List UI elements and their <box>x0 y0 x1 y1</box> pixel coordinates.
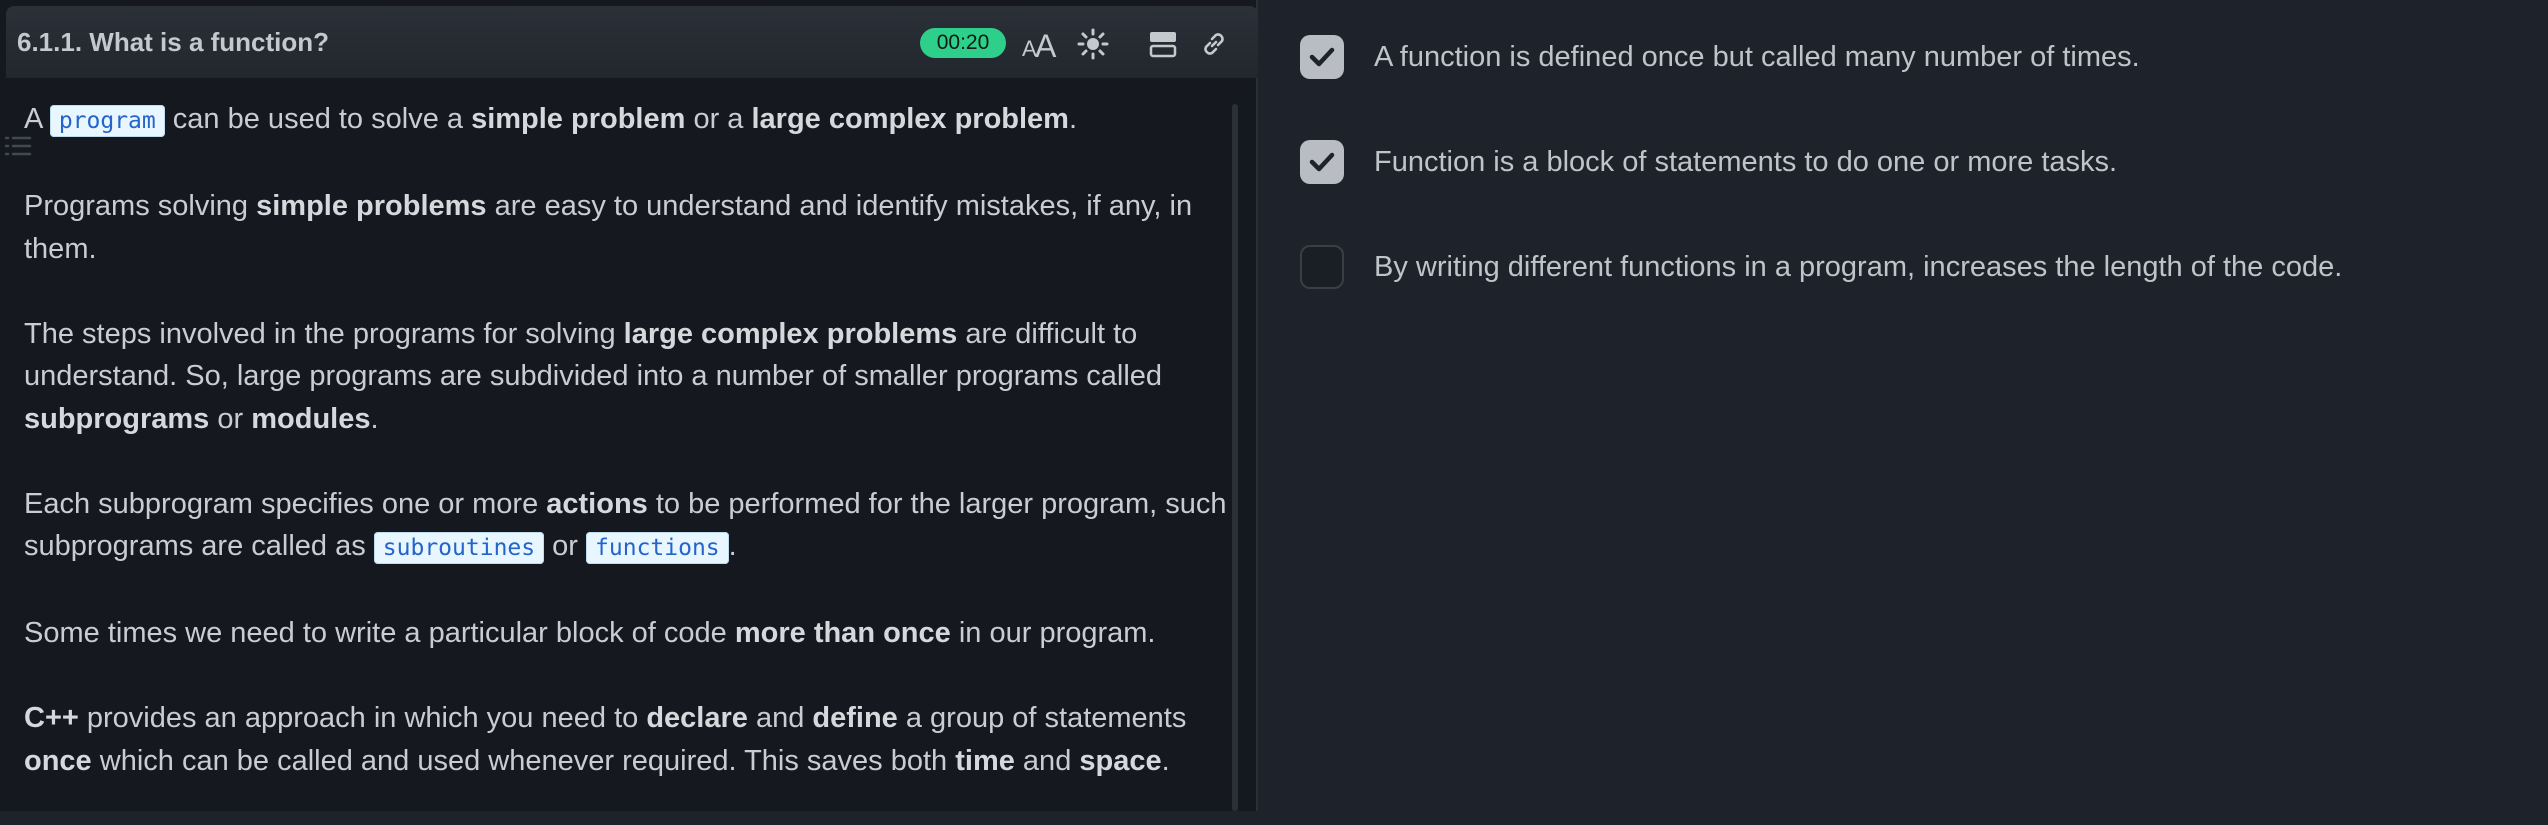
option-3-text: By writing different functions in a prog… <box>1374 250 2343 283</box>
checkmark-icon <box>1309 152 1335 172</box>
code-program: program <box>49 105 165 137</box>
brightness-icon[interactable] <box>1073 24 1113 64</box>
paragraph-1: A program can be used to solve a simple … <box>24 103 1078 137</box>
option-3-checkbox[interactable] <box>1300 245 1344 289</box>
paragraph-2: Programs solving simple problems are eas… <box>24 190 1193 265</box>
code-subroutines: subroutines <box>373 532 545 564</box>
option-1[interactable]: A function is defined once but called ma… <box>1300 34 2140 80</box>
paragraph-3: The steps involved in the programs for s… <box>24 317 1163 435</box>
layout-icon[interactable] <box>1143 24 1183 64</box>
option-3[interactable]: By writing different functions in a prog… <box>1300 244 2342 290</box>
code-functions: functions <box>586 532 729 564</box>
option-2-checkbox[interactable] <box>1300 140 1344 184</box>
checkmark-icon <box>1309 47 1335 67</box>
font-size-icon[interactable]: A A <box>1020 24 1060 64</box>
lesson-title: 6.1.1. What is a function? <box>17 27 330 57</box>
lesson-panel: 6.1.1. What is a function? 00:20 A A A p… <box>0 0 1258 811</box>
option-2[interactable]: Function is a block of statements to do … <box>1300 139 2117 185</box>
option-2-text: Function is a block of statements to do … <box>1374 145 2118 178</box>
svg-text:A: A <box>1035 29 1057 59</box>
content-scrollbar[interactable] <box>1232 104 1238 811</box>
link-icon[interactable] <box>1194 24 1234 64</box>
paragraph-4: Each subprogram specifies one or more ac… <box>24 487 1227 564</box>
paragraph-5: Some times we need to write a particular… <box>24 617 1156 649</box>
timer-badge: 00:20 <box>920 28 1006 58</box>
paragraph-6: C++ provides an approach in which you ne… <box>24 702 1187 777</box>
option-1-checkbox[interactable] <box>1300 35 1344 79</box>
lesson-header: 6.1.1. What is a function? 00:20 A A <box>6 6 1258 78</box>
option-1-text: A function is defined once but called ma… <box>1374 40 2140 73</box>
lesson-content: A program can be used to solve a simple … <box>24 98 1234 825</box>
